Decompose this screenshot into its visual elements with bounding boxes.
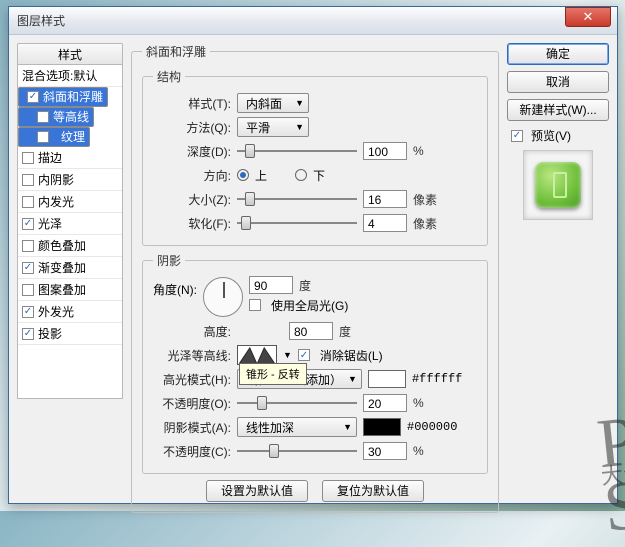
altitude-label: 高度:	[153, 323, 231, 340]
make-default-button[interactable]: 设置为默认值	[206, 480, 308, 502]
reset-default-button[interactable]: 复位为默认值	[322, 480, 424, 502]
contour-picker[interactable]	[237, 345, 277, 365]
style-item-innershadow[interactable]: 内阴影	[18, 169, 122, 191]
angle-input[interactable]: 90	[249, 276, 293, 294]
shading-group: 阴影 角度(N): 90 度 使用全局光(G)	[142, 252, 488, 474]
preview-checkbox[interactable]	[511, 130, 523, 142]
highlight-mode-label: 高光模式(H):	[153, 371, 231, 388]
checkbox-icon[interactable]	[22, 328, 34, 340]
styles-panel: 样式 混合选项:默认 斜面和浮雕 等高线 纹理 描边 内阴影 内发光 光泽 颜色…	[17, 43, 123, 495]
soften-slider[interactable]	[237, 214, 357, 232]
checkbox-icon[interactable]	[22, 152, 34, 164]
depth-slider[interactable]	[237, 142, 357, 160]
depth-label: 深度(D):	[153, 143, 231, 160]
size-unit: 像素	[413, 191, 437, 208]
antialias-checkbox[interactable]	[298, 349, 310, 361]
method-label: 方法(Q):	[153, 119, 231, 136]
contour-tooltip: 锥形 - 反转	[239, 363, 307, 385]
caret-down-icon: ▼	[348, 374, 357, 384]
direction-down-radio[interactable]	[295, 169, 307, 181]
checkbox-icon[interactable]	[22, 262, 34, 274]
action-panel: 确定 取消 新建样式(W)... 预览(V)	[507, 43, 609, 495]
angle-dial[interactable]	[203, 277, 243, 317]
shadow-opacity-label: 不透明度(C):	[153, 443, 231, 460]
soften-unit: 像素	[413, 215, 437, 232]
soften-input[interactable]: 4	[363, 214, 407, 232]
depth-input[interactable]: 100	[363, 142, 407, 160]
highlight-color-hex: #ffffff	[412, 372, 462, 386]
styles-list: 混合选项:默认 斜面和浮雕 等高线 纹理 描边 内阴影 内发光 光泽 颜色叠加 …	[17, 65, 123, 399]
size-label: 大小(Z):	[153, 191, 231, 208]
settings-panel: 斜面和浮雕 结构 样式(T): 内斜面▼ 方法(Q): 平滑▼ 深度(D): 1	[131, 43, 499, 495]
checkbox-icon[interactable]	[22, 196, 34, 208]
layer-style-dialog: 图层样式 ✕ 样式 混合选项:默认 斜面和浮雕 等高线 纹理 描边 内阴影 内发…	[8, 6, 618, 504]
caret-down-icon: ▼	[295, 122, 304, 132]
shadow-mode-label: 阴影模式(A):	[153, 419, 231, 436]
style-item-coloroverlay[interactable]: 颜色叠加	[18, 235, 122, 257]
style-item-patternoverlay[interactable]: 图案叠加	[18, 279, 122, 301]
bevel-group: 斜面和浮雕 结构 样式(T): 内斜面▼ 方法(Q): 平滑▼ 深度(D): 1	[131, 43, 499, 513]
highlight-color-swatch[interactable]	[368, 370, 406, 388]
angle-label: 角度(N):	[153, 275, 197, 298]
style-item-gradientoverlay[interactable]: 渐变叠加	[18, 257, 122, 279]
highlight-opacity-input[interactable]: 20	[363, 394, 407, 412]
caret-down-icon: ▼	[295, 98, 304, 108]
depth-unit: %	[413, 144, 424, 158]
titlebar[interactable]: 图层样式 ✕	[9, 7, 617, 35]
shadow-color-hex: #000000	[407, 420, 457, 434]
checkbox-icon[interactable]	[37, 131, 49, 143]
highlight-opacity-label: 不透明度(O):	[153, 395, 231, 412]
global-light-label: 使用全局光(G)	[271, 297, 348, 314]
preview-shape-icon	[535, 162, 581, 208]
checkbox-icon[interactable]	[22, 306, 34, 318]
checkbox-icon[interactable]	[37, 111, 49, 123]
highlight-opacity-slider[interactable]	[237, 394, 357, 412]
soften-label: 软化(F):	[153, 215, 231, 232]
checkbox-icon[interactable]	[22, 284, 34, 296]
close-button[interactable]: ✕	[565, 7, 611, 27]
style-item-innerglow[interactable]: 内发光	[18, 191, 122, 213]
ok-button[interactable]: 确定	[507, 43, 609, 65]
style-label: 样式(T):	[153, 95, 231, 112]
cancel-button[interactable]: 取消	[507, 71, 609, 93]
preview-label: 预览(V)	[531, 127, 571, 144]
caret-down-icon: ▼	[343, 422, 352, 432]
window-title: 图层样式	[17, 12, 565, 29]
new-style-button[interactable]: 新建样式(W)...	[507, 99, 609, 121]
style-item-satin[interactable]: 光泽	[18, 213, 122, 235]
style-item-dropshadow[interactable]: 投影	[18, 323, 122, 345]
method-select[interactable]: 平滑▼	[237, 117, 309, 137]
structure-group: 结构 样式(T): 内斜面▼ 方法(Q): 平滑▼ 深度(D): 100 %	[142, 68, 488, 246]
caret-down-icon[interactable]: ▼	[283, 350, 292, 360]
direction-up-radio[interactable]	[237, 169, 249, 181]
size-slider[interactable]	[237, 190, 357, 208]
antialias-label: 消除锯齿(L)	[320, 347, 383, 364]
direction-label: 方向:	[153, 167, 231, 184]
altitude-input[interactable]: 80	[289, 322, 333, 340]
checkbox-icon[interactable]	[22, 218, 34, 230]
checkbox-icon[interactable]	[27, 91, 39, 103]
structure-legend: 结构	[153, 68, 185, 85]
style-item-outerglow[interactable]: 外发光	[18, 301, 122, 323]
style-item-texture[interactable]: 纹理	[18, 127, 90, 147]
shadow-opacity-slider[interactable]	[237, 442, 357, 460]
style-select[interactable]: 内斜面▼	[237, 93, 309, 113]
checkbox-icon[interactable]	[22, 174, 34, 186]
preview-thumbnail	[523, 150, 593, 220]
styles-header[interactable]: 样式	[17, 43, 123, 65]
style-item-contour[interactable]: 等高线	[18, 107, 94, 127]
contour-label: 光泽等高线:	[153, 347, 231, 364]
checkbox-icon[interactable]	[22, 240, 34, 252]
global-light-checkbox[interactable]	[249, 299, 261, 311]
style-item-stroke[interactable]: 描边	[18, 147, 122, 169]
shadow-color-swatch[interactable]	[363, 418, 401, 436]
shading-legend: 阴影	[153, 252, 185, 269]
style-item-blend[interactable]: 混合选项:默认	[18, 65, 122, 87]
bevel-legend: 斜面和浮雕	[142, 43, 210, 60]
size-input[interactable]: 16	[363, 190, 407, 208]
shadow-opacity-input[interactable]: 30	[363, 442, 407, 460]
style-item-bevel[interactable]: 斜面和浮雕	[18, 87, 108, 107]
shadow-mode-select[interactable]: 线性加深▼	[237, 417, 357, 437]
